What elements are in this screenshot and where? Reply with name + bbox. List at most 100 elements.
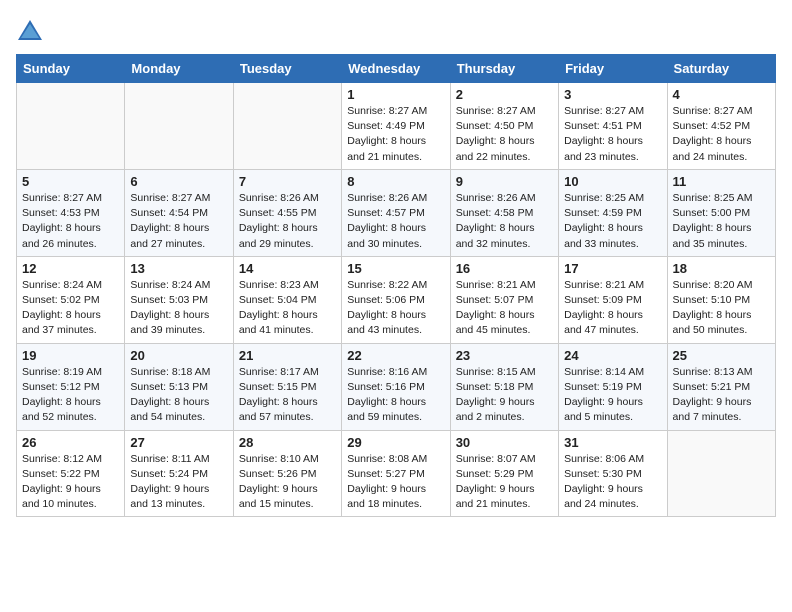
calendar-week-row: 12 Sunrise: 8:24 AMSunset: 5:02 PMDayligh… — [17, 256, 776, 343]
calendar-cell: 20 Sunrise: 8:18 AMSunset: 5:13 PMDayligh… — [125, 343, 233, 430]
day-number: 27 — [130, 435, 227, 450]
day-number: 22 — [347, 348, 444, 363]
day-info: Sunrise: 8:13 AMSunset: 5:21 PMDaylight:… — [673, 365, 770, 426]
day-number: 24 — [564, 348, 661, 363]
calendar-cell — [667, 430, 775, 517]
day-number: 26 — [22, 435, 119, 450]
calendar-cell: 24Sunrise: 8:14 AMSunset: 5:19 PMDayligh… — [559, 343, 667, 430]
day-info: Sunrise: 8:26 AMSunset: 4:55 PMDaylight:… — [239, 191, 336, 252]
calendar-cell: 31Sunrise: 8:06 AMSunset: 5:30 PMDayligh… — [559, 430, 667, 517]
day-info: Sunrise: 8:17 AMSunset: 5:15 PMDaylight:… — [239, 365, 336, 426]
day-number: 9 — [456, 174, 553, 189]
weekday-header: Friday — [559, 55, 667, 83]
calendar-cell: 17 Sunrise: 8:21 AMSunset: 5:09 PMDayligh… — [559, 256, 667, 343]
calendar-week-row: 19 Sunrise: 8:19 AMSunset: 5:12 PMDayligh… — [17, 343, 776, 430]
day-number: 21 — [239, 348, 336, 363]
calendar-cell: 26 Sunrise: 8:12 AMSunset: 5:22 PMDayligh… — [17, 430, 125, 517]
calendar-cell: 2 Sunrise: 8:27 AMSunset: 4:50 PMDaylight… — [450, 83, 558, 170]
calendar-cell: 8Sunrise: 8:26 AMSunset: 4:57 PMDaylight… — [342, 169, 450, 256]
day-info: Sunrise: 8:26 AMSunset: 4:58 PMDaylight:… — [456, 191, 553, 252]
calendar-cell: 23 Sunrise: 8:15 AMSunset: 5:18 PMDayligh… — [450, 343, 558, 430]
weekday-header: Tuesday — [233, 55, 341, 83]
calendar-cell — [17, 83, 125, 170]
day-info: Sunrise: 8:22 AMSunset: 5:06 PMDaylight:… — [347, 278, 444, 339]
day-number: 13 — [130, 261, 227, 276]
day-info: Sunrise: 8:21 AMSunset: 5:07 PMDaylight:… — [456, 278, 553, 339]
day-info: Sunrise: 8:08 AMSunset: 5:27 PMDaylight:… — [347, 452, 444, 513]
day-number: 28 — [239, 435, 336, 450]
calendar-cell: 6 Sunrise: 8:27 AMSunset: 4:54 PMDaylight… — [125, 169, 233, 256]
calendar-cell: 9 Sunrise: 8:26 AMSunset: 4:58 PMDaylight… — [450, 169, 558, 256]
day-number: 5 — [22, 174, 119, 189]
day-number: 10 — [564, 174, 661, 189]
day-info: Sunrise: 8:20 AMSunset: 5:10 PMDaylight:… — [673, 278, 770, 339]
day-number: 11 — [673, 174, 770, 189]
calendar-cell: 7Sunrise: 8:26 AMSunset: 4:55 PMDaylight… — [233, 169, 341, 256]
day-number: 16 — [456, 261, 553, 276]
calendar-cell: 10 Sunrise: 8:25 AMSunset: 4:59 PMDayligh… — [559, 169, 667, 256]
day-number: 17 — [564, 261, 661, 276]
day-info: Sunrise: 8:24 AMSunset: 5:03 PMDaylight:… — [130, 278, 227, 339]
day-number: 19 — [22, 348, 119, 363]
calendar-cell: 12 Sunrise: 8:24 AMSunset: 5:02 PMDayligh… — [17, 256, 125, 343]
day-info: Sunrise: 8:21 AMSunset: 5:09 PMDaylight:… — [564, 278, 661, 339]
calendar-cell: 29 Sunrise: 8:08 AMSunset: 5:27 PMDayligh… — [342, 430, 450, 517]
day-info: Sunrise: 8:07 AMSunset: 5:29 PMDaylight:… — [456, 452, 553, 513]
calendar-cell: 19 Sunrise: 8:19 AMSunset: 5:12 PMDayligh… — [17, 343, 125, 430]
calendar-week-row: 26 Sunrise: 8:12 AMSunset: 5:22 PMDayligh… — [17, 430, 776, 517]
day-number: 20 — [130, 348, 227, 363]
calendar-cell: 27 Sunrise: 8:11 AMSunset: 5:24 PMDayligh… — [125, 430, 233, 517]
calendar-cell: 1 Sunrise: 8:27 AMSunset: 4:49 PMDaylight… — [342, 83, 450, 170]
day-info: Sunrise: 8:15 AMSunset: 5:18 PMDaylight:… — [456, 365, 553, 426]
day-number: 8 — [347, 174, 444, 189]
day-info: Sunrise: 8:10 AMSunset: 5:26 PMDaylight:… — [239, 452, 336, 513]
calendar-cell: 3 Sunrise: 8:27 AMSunset: 4:51 PMDaylight… — [559, 83, 667, 170]
page-header — [16, 16, 776, 44]
day-info: Sunrise: 8:27 AMSunset: 4:54 PMDaylight:… — [130, 191, 227, 252]
logo-icon — [16, 16, 44, 44]
day-info: Sunrise: 8:23 AMSunset: 5:04 PMDaylight:… — [239, 278, 336, 339]
calendar-week-row: 5 Sunrise: 8:27 AMSunset: 4:53 PMDaylight… — [17, 169, 776, 256]
day-number: 15 — [347, 261, 444, 276]
day-number: 29 — [347, 435, 444, 450]
day-number: 6 — [130, 174, 227, 189]
day-number: 12 — [22, 261, 119, 276]
day-info: Sunrise: 8:12 AMSunset: 5:22 PMDaylight:… — [22, 452, 119, 513]
calendar-cell: 22Sunrise: 8:16 AMSunset: 5:16 PMDayligh… — [342, 343, 450, 430]
day-info: Sunrise: 8:25 AMSunset: 4:59 PMDaylight:… — [564, 191, 661, 252]
calendar-cell: 21 Sunrise: 8:17 AMSunset: 5:15 PMDayligh… — [233, 343, 341, 430]
calendar-cell: 4Sunrise: 8:27 AMSunset: 4:52 PMDaylight… — [667, 83, 775, 170]
calendar-cell: 30Sunrise: 8:07 AMSunset: 5:29 PMDayligh… — [450, 430, 558, 517]
calendar-cell: 11 Sunrise: 8:25 AMSunset: 5:00 PMDayligh… — [667, 169, 775, 256]
day-info: Sunrise: 8:27 AMSunset: 4:51 PMDaylight:… — [564, 104, 661, 165]
calendar-table: SundayMondayTuesdayWednesdayThursdayFrid… — [16, 54, 776, 517]
calendar-cell: 15 Sunrise: 8:22 AMSunset: 5:06 PMDayligh… — [342, 256, 450, 343]
day-number: 14 — [239, 261, 336, 276]
calendar-cell: 16 Sunrise: 8:21 AMSunset: 5:07 PMDayligh… — [450, 256, 558, 343]
day-info: Sunrise: 8:27 AMSunset: 4:53 PMDaylight:… — [22, 191, 119, 252]
calendar-week-row: 1 Sunrise: 8:27 AMSunset: 4:49 PMDaylight… — [17, 83, 776, 170]
day-number: 2 — [456, 87, 553, 102]
weekday-header: Sunday — [17, 55, 125, 83]
day-info: Sunrise: 8:18 AMSunset: 5:13 PMDaylight:… — [130, 365, 227, 426]
weekday-header: Wednesday — [342, 55, 450, 83]
day-number: 18 — [673, 261, 770, 276]
day-info: Sunrise: 8:06 AMSunset: 5:30 PMDaylight:… — [564, 452, 661, 513]
calendar-cell: 14 Sunrise: 8:23 AMSunset: 5:04 PMDayligh… — [233, 256, 341, 343]
calendar-cell: 25 Sunrise: 8:13 AMSunset: 5:21 PMDayligh… — [667, 343, 775, 430]
calendar-cell: 28 Sunrise: 8:10 AMSunset: 5:26 PMDayligh… — [233, 430, 341, 517]
day-number: 1 — [347, 87, 444, 102]
day-number: 23 — [456, 348, 553, 363]
calendar-cell: 13 Sunrise: 8:24 AMSunset: 5:03 PMDayligh… — [125, 256, 233, 343]
day-number: 3 — [564, 87, 661, 102]
day-info: Sunrise: 8:27 AMSunset: 4:50 PMDaylight:… — [456, 104, 553, 165]
calendar-cell: 18 Sunrise: 8:20 AMSunset: 5:10 PMDayligh… — [667, 256, 775, 343]
day-info: Sunrise: 8:19 AMSunset: 5:12 PMDaylight:… — [22, 365, 119, 426]
day-info: Sunrise: 8:24 AMSunset: 5:02 PMDaylight:… — [22, 278, 119, 339]
weekday-header: Saturday — [667, 55, 775, 83]
day-info: Sunrise: 8:25 AMSunset: 5:00 PMDaylight:… — [673, 191, 770, 252]
day-info: Sunrise: 8:27 AMSunset: 4:49 PMDaylight:… — [347, 104, 444, 165]
day-number: 25 — [673, 348, 770, 363]
day-info: Sunrise: 8:11 AMSunset: 5:24 PMDaylight:… — [130, 452, 227, 513]
calendar-cell: 5 Sunrise: 8:27 AMSunset: 4:53 PMDaylight… — [17, 169, 125, 256]
